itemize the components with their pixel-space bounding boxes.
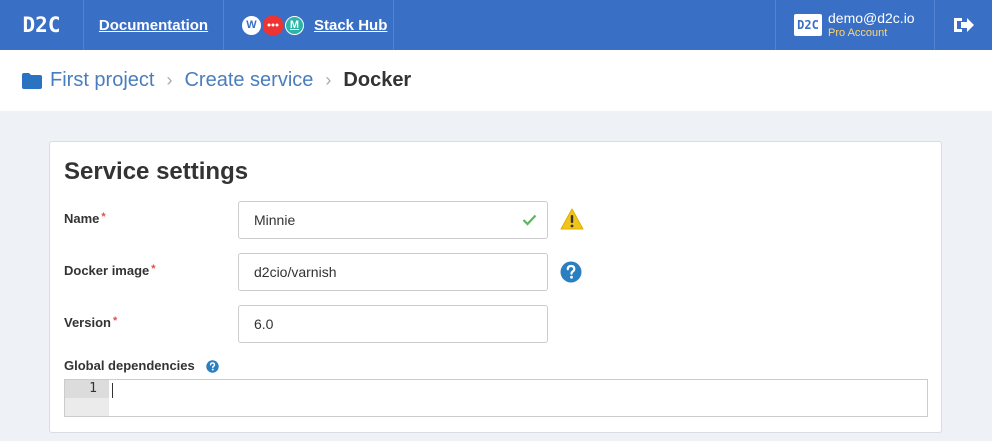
chat-icon	[263, 15, 283, 35]
version-label: Version *	[64, 315, 118, 330]
logout-icon	[953, 18, 974, 32]
name-label: Name *	[64, 211, 106, 226]
version-field[interactable]	[238, 305, 548, 343]
version-input[interactable]	[254, 316, 547, 332]
global-dependencies-editor[interactable]: 1	[64, 379, 928, 417]
account-menu[interactable]: D2C demo@d2c.io Pro Account	[775, 0, 935, 50]
account-plan: Pro Account	[828, 26, 888, 39]
name-field[interactable]	[238, 201, 548, 239]
logout-button[interactable]	[935, 0, 992, 50]
stack-hub-label: Stack Hub	[314, 16, 388, 34]
breadcrumb-first-project[interactable]: First project	[50, 69, 154, 92]
breadcrumb: First project › Create service › Docker	[0, 50, 992, 111]
help-icon[interactable]	[206, 360, 220, 373]
documentation-link[interactable]: Documentation	[84, 0, 224, 50]
folder-icon	[22, 72, 42, 89]
warning-icon[interactable]	[560, 208, 584, 235]
panel-title: Service settings	[64, 158, 249, 185]
text-cursor	[112, 383, 113, 398]
global-dependencies-label: Global dependencies	[64, 358, 220, 373]
d2c-logo[interactable]: D2C	[0, 0, 84, 50]
name-input[interactable]	[254, 212, 547, 228]
check-icon	[522, 213, 537, 229]
breadcrumb-current: Docker	[343, 69, 412, 91]
breadcrumb-separator: ›	[166, 70, 173, 90]
stack-hub-link[interactable]: W M Stack Hub	[224, 0, 394, 50]
line-number: 1	[65, 380, 109, 398]
top-navbar: D2C Documentation W M Stack Hub D2C demo…	[0, 0, 992, 50]
docker-image-input[interactable]	[254, 264, 547, 280]
docker-image-label: Docker image *	[64, 263, 156, 278]
docker-image-field[interactable]	[238, 253, 548, 291]
account-email: demo@d2c.io	[828, 10, 915, 27]
m-icon: M	[285, 15, 304, 35]
avatar: D2C	[794, 14, 822, 36]
breadcrumb-create-service[interactable]: Create service	[184, 69, 313, 92]
wordpress-icon: W	[242, 15, 261, 35]
stack-hub-icons: W M	[242, 15, 306, 35]
help-icon[interactable]	[560, 261, 582, 288]
service-settings-panel: Service settings Name* Docker image* Ver…	[49, 141, 942, 433]
breadcrumb-separator: ›	[325, 70, 332, 90]
